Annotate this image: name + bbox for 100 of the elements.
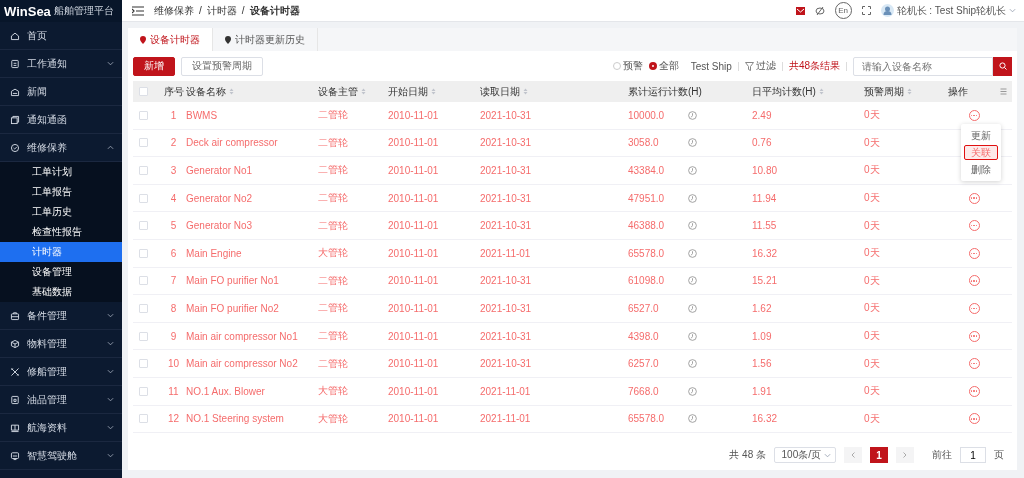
select-all-checkbox[interactable]: [139, 87, 148, 96]
more-button[interactable]: [968, 413, 980, 425]
more-button[interactable]: [968, 109, 980, 121]
column-header[interactable]: 累计运行计数(H): [628, 84, 702, 99]
more-button[interactable]: [968, 302, 980, 314]
table-cell-text: 6: [169, 247, 178, 259]
row-checkbox[interactable]: [139, 331, 148, 341]
column-header[interactable]: 操作: [948, 84, 1000, 99]
clock-icon[interactable]: [688, 221, 697, 231]
table-cell-text: 二管轮: [318, 108, 349, 123]
breadcrumb-item[interactable]: 设备计时器: [249, 3, 300, 18]
previous-page-button[interactable]: [844, 447, 862, 463]
table-cell-text: 0天: [864, 301, 881, 316]
radio-option[interactable]: 预警: [612, 59, 643, 73]
fullscreen-icon[interactable]: [861, 6, 871, 15]
column-header[interactable]: 序号: [161, 84, 186, 99]
clock-icon[interactable]: [688, 138, 697, 148]
sort-icon[interactable]: [431, 88, 436, 95]
breadcrumb-item[interactable]: 计时器: [206, 3, 237, 18]
eye-off-icon[interactable]: [814, 5, 825, 16]
row-checkbox[interactable]: [139, 166, 148, 175]
set-warning-period-button[interactable]: 设置预警周期: [181, 56, 263, 76]
column-header[interactable]: 设备名称: [186, 84, 226, 99]
row-checkbox[interactable]: [139, 359, 148, 369]
table-cell-text: Generator No1: [186, 165, 254, 176]
search-field[interactable]: 请输入设备名称: [853, 56, 993, 76]
row-checkbox[interactable]: [139, 276, 148, 286]
more-button[interactable]: [968, 247, 980, 259]
sort-icon[interactable]: [907, 88, 912, 95]
table-cell-text: 2.49: [752, 109, 773, 121]
brand-logo: WinSea: [4, 3, 51, 19]
more-button[interactable]: [968, 192, 980, 204]
table-cell-text: 2021-10-31: [480, 302, 533, 314]
row-checkbox[interactable]: [139, 193, 148, 203]
column-header[interactable]: 读取日期: [480, 84, 520, 99]
breadcrumb-item[interactable]: 维修保养: [154, 3, 194, 18]
user-name[interactable]: 轮机长 : Test Ship轮机长: [896, 3, 1006, 18]
sort-icon[interactable]: [818, 88, 824, 95]
sidebar-subitem[interactable]: 设备管理: [0, 262, 122, 282]
next-page-button[interactable]: [896, 447, 914, 463]
sort-icon[interactable]: [523, 88, 528, 95]
sidebar-subitem[interactable]: 工单计划: [0, 162, 122, 182]
table-cell-text: 1.91: [752, 385, 773, 397]
row-checkbox[interactable]: [139, 221, 148, 231]
table-cell-text: 8: [169, 302, 178, 314]
table-cell-text: Main air compressor No2: [186, 358, 299, 370]
sidebar-subitem[interactable]: 检查性报告: [0, 222, 122, 242]
table-cell-text: 0天: [864, 384, 881, 399]
sidebar-subitem[interactable]: 工单报告: [0, 182, 122, 202]
table-cell-text: Main air compressor No1: [186, 330, 299, 342]
table-cell-text: 大管轮: [318, 384, 349, 399]
table-cell-text: 二管轮: [318, 356, 349, 371]
page-number-field[interactable]: 1: [960, 447, 986, 463]
row-checkbox[interactable]: [139, 303, 148, 313]
page-size-select[interactable]: 100条/页: [774, 447, 836, 463]
table-cell-text: 11.55: [752, 220, 778, 232]
clock-icon[interactable]: [688, 386, 697, 396]
row-checkbox[interactable]: [139, 414, 148, 424]
mail-icon[interactable]: [795, 6, 805, 15]
menu-icon[interactable]: [132, 5, 144, 16]
clock-icon[interactable]: [688, 331, 697, 341]
clock-icon[interactable]: [688, 414, 697, 424]
table-cell-text: 2021-10-31: [480, 109, 533, 121]
total-count: 共 48 条: [729, 448, 766, 462]
more-button[interactable]: [968, 220, 980, 232]
table-cell-text: 3: [169, 165, 178, 176]
cube-icon: [10, 338, 20, 349]
column-header[interactable]: 预警周期: [864, 84, 904, 99]
page-button[interactable]: 1: [870, 447, 888, 463]
sidebar-subitem[interactable]: 计时器: [0, 242, 122, 262]
search-button[interactable]: [993, 56, 1012, 76]
row-checkbox[interactable]: [139, 138, 148, 148]
clock-icon[interactable]: [688, 248, 697, 258]
tab[interactable]: 设备计时器: [128, 28, 213, 51]
sidebar-subitem[interactable]: 工单历史: [0, 202, 122, 222]
clock-icon[interactable]: [688, 110, 697, 120]
table-cell-text: 4: [169, 192, 178, 204]
avatar-icon[interactable]: [880, 4, 894, 17]
clock-icon[interactable]: [688, 276, 697, 286]
sort-icon[interactable]: [229, 88, 234, 95]
filter-button[interactable]: 过滤: [744, 59, 776, 73]
column-header[interactable]: 开始日期: [388, 84, 428, 99]
more-button[interactable]: [968, 385, 980, 397]
column-settings-icon[interactable]: [1000, 88, 1007, 95]
row-checkbox[interactable]: [139, 248, 148, 258]
clock-icon[interactable]: [688, 359, 697, 369]
column-header[interactable]: 日平均计数(H): [752, 84, 816, 99]
sort-icon[interactable]: [361, 88, 366, 95]
more-button[interactable]: [968, 358, 980, 370]
more-button[interactable]: [968, 275, 980, 287]
radio-option[interactable]: 全部: [648, 59, 679, 73]
clock-icon[interactable]: [688, 303, 697, 313]
clock-icon[interactable]: [688, 166, 697, 175]
column-header[interactable]: 设备主管: [318, 84, 358, 99]
row-checkbox[interactable]: [139, 110, 148, 120]
more-button[interactable]: [968, 330, 980, 342]
add-button[interactable]: 新增: [133, 56, 175, 76]
row-checkbox[interactable]: [139, 386, 148, 396]
sidebar-subitem[interactable]: 基础数据: [0, 282, 122, 302]
clock-icon[interactable]: [688, 193, 697, 203]
